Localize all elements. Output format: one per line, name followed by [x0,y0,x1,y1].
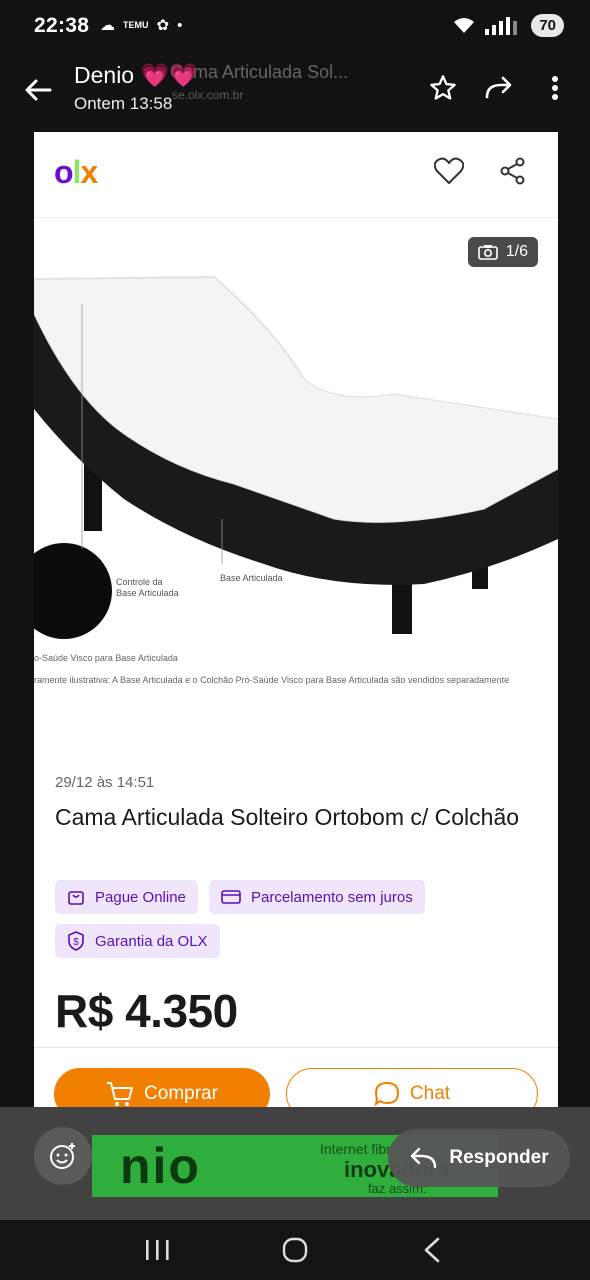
svg-text:$: $ [73,937,79,948]
dot-icon: • [177,16,183,34]
caption-line-2: ramente ilustrativa: A Base Articulada e… [34,675,510,685]
smiley-plus-icon [50,1143,75,1169]
reply-label: Responder [449,1147,549,1168]
star-button[interactable] [426,68,460,108]
buy-label: Comprar [144,1083,218,1104]
share-button[interactable] [496,154,530,188]
status-bar: 22:38 ☁ TEMU ✿ • 70 [0,0,590,56]
ghost-page-url: se.olx.com.br [172,88,244,102]
recents-icon [146,1240,169,1260]
viewer-actions [426,68,572,108]
caption-control: Controle da Base Articulada [116,577,179,598]
shared-image-content[interactable]: olx 1/6 Controle da Base Articulada Base… [34,132,558,1107]
wifi-icon [454,17,475,33]
chat-bubble-icon [374,1081,399,1107]
battery-indicator: 70 [531,14,564,37]
badge-label: Pague Online [95,888,186,906]
temu-icon: TEMU [123,20,149,30]
chat-label: Chat [409,1083,451,1104]
home-button[interactable] [270,1230,320,1270]
back-button[interactable] [20,70,56,110]
caption-line-1: o-Saúde Visco para Base Articulada [34,653,178,663]
status-time: 22:38 [34,14,90,37]
forward-button[interactable] [482,68,516,108]
ad-date: 29/12 às 14:51 [55,774,155,791]
badge-label: Parcelamento sem juros [251,888,413,906]
star-icon [430,75,456,100]
shield-dollar-icon: $ [68,931,84,951]
favorite-button[interactable] [432,154,466,188]
badge-parcelamento: Parcelamento sem juros [209,880,425,914]
logo-letter-x: x [80,154,98,190]
chat-button[interactable]: Chat [286,1068,538,1107]
bottom-overlay: nio Internet fibra inovadora faz assim. … [0,1107,590,1220]
message-timestamp: Ontem 13:58 [74,94,173,113]
snapchat-icon: ✿ [156,17,170,34]
card-icon [221,890,241,904]
system-nav-bar [0,1220,590,1280]
badge-garantia: $ Garantia da OLX [55,924,220,958]
screen: 22:38 ☁ TEMU ✿ • 70 Cama Articulada Sol.… [0,0,590,1280]
bag-icon [68,891,84,905]
photo-counter[interactable]: 1/6 [467,237,538,267]
more-options-button[interactable] [538,68,572,108]
photo-counter-text: 1/6 [505,243,528,260]
chevron-left-icon [424,1237,439,1263]
buy-button[interactable]: Comprar [54,1068,270,1107]
divider [34,1047,558,1048]
emoji-reaction-button[interactable] [34,1127,92,1185]
banner-brand: nio [120,1138,201,1194]
bed-illustration [34,275,558,639]
cloud-icon: ☁ [100,17,115,34]
badge-label: Garantia da OLX [95,932,208,950]
back-nav-button[interactable] [407,1230,457,1270]
badge-pague-online: Pague Online [55,880,198,914]
sender-name: Denio 💗💗 [74,62,198,88]
status-notifications: ☁ TEMU ✿ • [100,16,183,35]
caption-base: Base Articulada [220,573,283,583]
logo-letter-o: o [54,154,74,190]
ad-title: Cama Articulada Solteiro Ortobom c/ Colc… [55,804,520,830]
heart-icon [434,157,464,184]
status-system-icons: 70 [453,14,564,37]
more-vert-icon [552,76,558,100]
forward-icon [485,76,512,99]
signal-icon [485,16,518,35]
product-photo[interactable]: 1/6 Controle da Base Articulada Base Art… [34,219,558,749]
back-arrow-icon [25,79,52,101]
viewer-top-bar: Cama Articulada Sol... se.olx.com.br Den… [0,56,590,132]
olx-header: olx [34,132,558,218]
camera-icon [477,245,498,260]
cart-icon [107,1082,134,1106]
price: R$ 4.350 [55,985,238,1037]
banner-line-1: Internet fibra [320,1141,399,1157]
share-icon [500,157,525,185]
olx-logo: olx [54,154,98,191]
recents-button[interactable] [133,1230,183,1270]
home-icon [282,1237,308,1263]
header-actions [432,154,530,188]
reply-button[interactable]: Responder [388,1129,570,1187]
reply-arrow-icon [411,1147,437,1169]
